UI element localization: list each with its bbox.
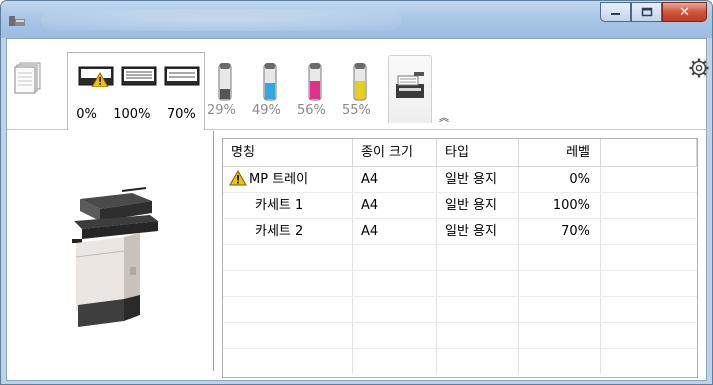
toner-magenta-level: 56%: [297, 103, 326, 118]
toner-magenta-icon: [308, 63, 322, 101]
toner-tab[interactable]: 29% 49% 56% 55%: [207, 61, 387, 123]
tray-level: 100%: [519, 193, 601, 218]
scanner-tab[interactable]: [388, 55, 432, 123]
printer-image: [62, 187, 172, 327]
cassette-2-icon: [164, 63, 200, 87]
warning-icon: [229, 169, 247, 186]
paper-trays-tab[interactable]: 0% 100% 70%: [67, 52, 205, 130]
close-button[interactable]: ✕: [662, 2, 707, 22]
minimize-icon: [610, 13, 620, 15]
minimize-button[interactable]: [600, 2, 631, 22]
table-row[interactable]: MP 트레이 A4 일반 용지 0%: [223, 167, 697, 193]
toner-cyan-level: 49%: [252, 103, 281, 118]
tray-name: MP 트레이: [249, 172, 309, 187]
mp-tray-level: 0%: [76, 107, 97, 122]
mp-tray-icon: [78, 63, 114, 88]
column-header-name[interactable]: 명칭: [223, 139, 353, 166]
toner-magenta: 56%: [297, 61, 342, 123]
panel-divider[interactable]: [213, 131, 214, 371]
app-icon: [8, 13, 26, 27]
table-row[interactable]: 카세트 2 A4 일반 용지 70%: [223, 219, 697, 245]
client-area: 0% 100% 70% 29% 49% 56% 55% ︽ 명칭 종이 크기 타…: [6, 38, 709, 381]
toner-yellow-level: 55%: [342, 103, 371, 118]
table-header: 명칭 종이 크기 타입 레벨: [223, 139, 697, 167]
empty-row: [223, 297, 697, 323]
tray-paper-size: A4: [353, 167, 437, 192]
tray-name: 카세트 1: [223, 193, 353, 218]
toner-yellow: 55%: [342, 61, 387, 123]
tray-paper-type: 일반 용지: [437, 193, 519, 218]
paper-stack-icon: [14, 62, 41, 94]
paper-stack-tab[interactable]: [14, 61, 42, 95]
empty-row: [223, 323, 697, 349]
tray-paper-size: A4: [353, 193, 437, 218]
maximize-icon: [641, 7, 652, 17]
toner-cyan: 49%: [252, 61, 297, 123]
status-window: ✕ 0% 100% 70% 29% 49% 56% 55% ︽ 명칭 종이 크기…: [0, 0, 713, 385]
window-title: [41, 9, 401, 31]
tray-paper-type: 일반 용지: [437, 219, 519, 244]
column-header-type[interactable]: 타입: [437, 139, 519, 166]
gear-icon[interactable]: [688, 57, 710, 79]
empty-row: [223, 271, 697, 297]
toner-black: 29%: [207, 61, 252, 123]
empty-row: [223, 245, 697, 271]
tray-level: 0%: [519, 167, 601, 192]
column-header-level[interactable]: 레벨: [519, 139, 601, 166]
title-bar[interactable]: ✕: [1, 1, 712, 38]
maximize-button[interactable]: [631, 2, 662, 22]
status-toolbar: 0% 100% 70% 29% 49% 56% 55% ︽: [7, 39, 709, 130]
column-header-empty: [601, 139, 697, 166]
toner-yellow-icon: [353, 63, 367, 101]
tray-paper-size: A4: [353, 219, 437, 244]
paper-tray-table: 명칭 종이 크기 타입 레벨 MP 트레이 A4 일반 용지 0% 카세트 1 …: [222, 138, 698, 378]
empty-row: [223, 349, 697, 374]
toner-cyan-icon: [263, 63, 277, 101]
toner-black-level: 29%: [207, 103, 236, 118]
close-icon: ✕: [679, 4, 690, 20]
cassette-1-level: 100%: [113, 107, 151, 122]
toner-black-icon: [218, 63, 232, 101]
tray-name: 카세트 2: [223, 219, 353, 244]
column-header-paper-size[interactable]: 종이 크기: [353, 139, 437, 166]
cassette-1-icon: [121, 63, 157, 87]
scanner-icon: [396, 72, 424, 98]
table-row[interactable]: 카세트 1 A4 일반 용지 100%: [223, 193, 697, 219]
tray-paper-type: 일반 용지: [437, 167, 519, 192]
chevron-up-double-icon[interactable]: ︽: [439, 109, 449, 124]
tray-level: 70%: [519, 219, 601, 244]
cassette-2-level: 70%: [166, 107, 196, 122]
